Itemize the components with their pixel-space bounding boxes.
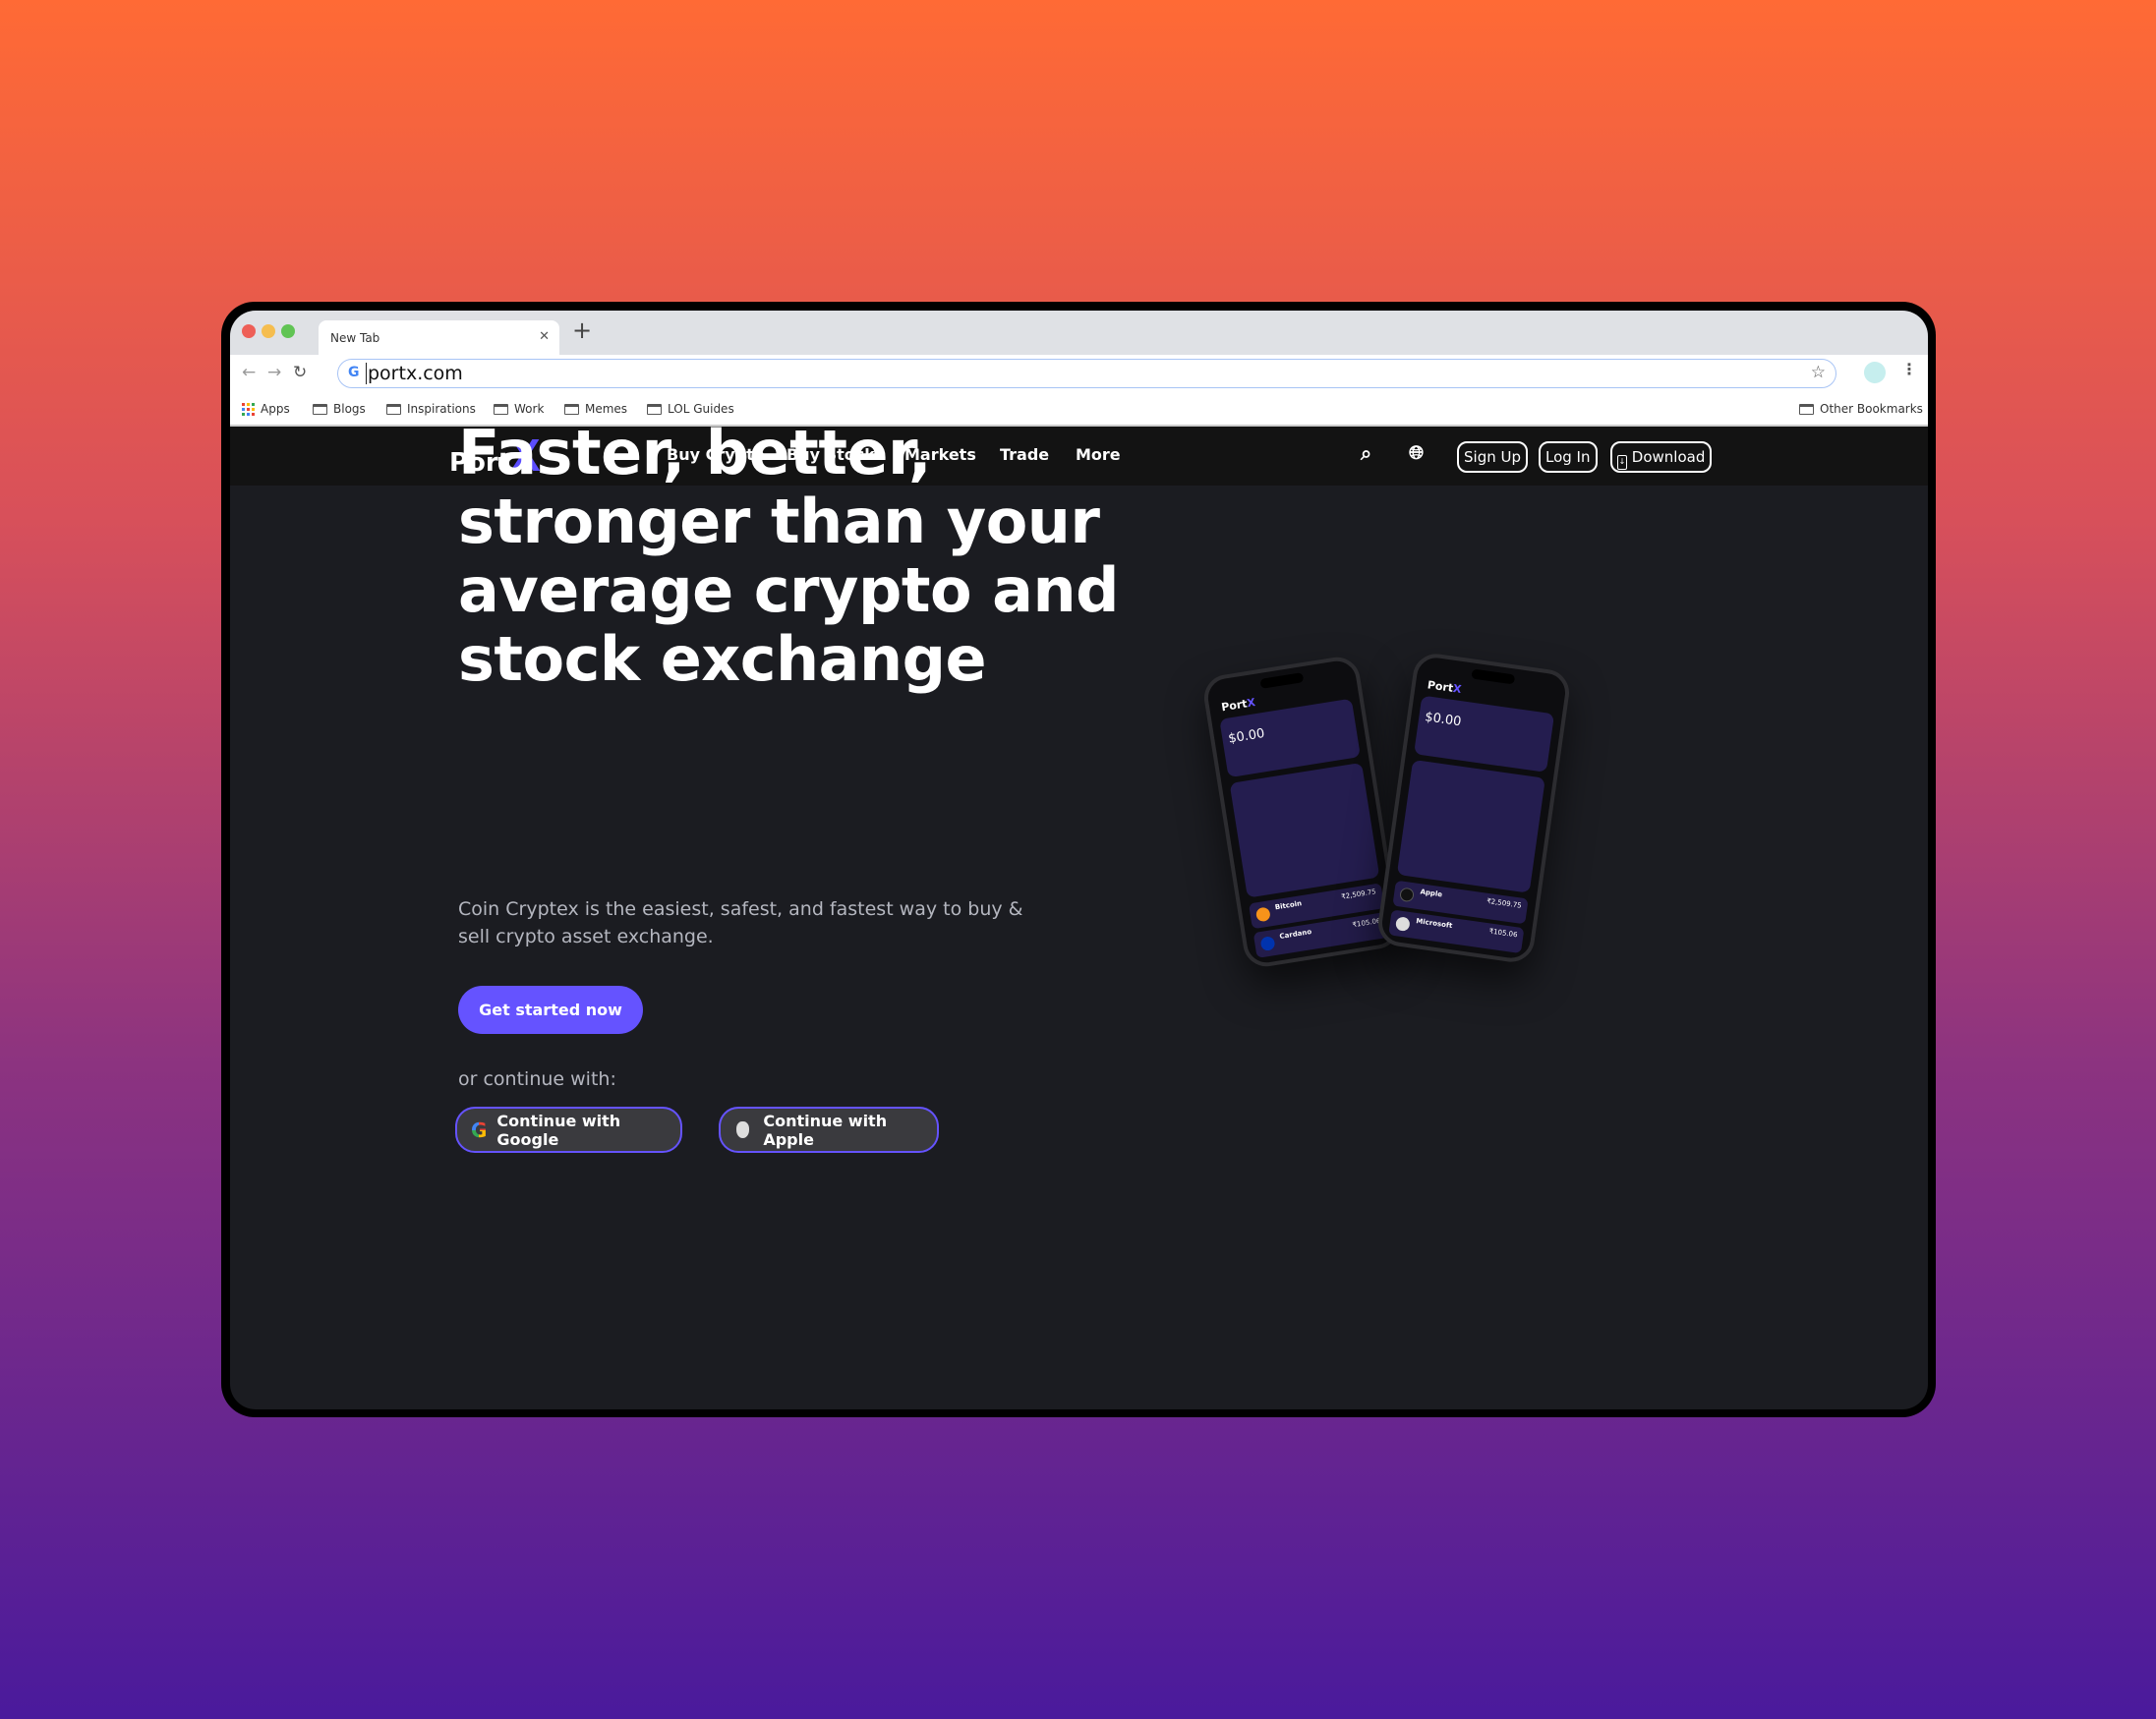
google-icon: G <box>471 1117 488 1142</box>
bookmark-blogs[interactable]: Blogs <box>313 402 366 416</box>
folder-icon <box>313 403 327 415</box>
phone-mockup-stocks: PortX $0.00 Apple ₹2,509.75 Microsoft ₹105… <box>1374 651 1573 965</box>
folder-icon <box>647 403 662 415</box>
more-menu-icon[interactable]: ⋮ <box>1901 360 1917 378</box>
tab-title: New Tab <box>330 331 380 345</box>
address-bar[interactable]: G portx.com ☆ <box>337 359 1836 388</box>
phone-download-icon: ↓ <box>1617 455 1627 470</box>
close-tab-icon[interactable]: ✕ <box>539 329 550 344</box>
phone-logo: PortX <box>1427 678 1463 697</box>
bookmark-label: Other Bookmarks <box>1820 402 1923 416</box>
back-icon[interactable]: ← <box>242 363 256 382</box>
bookmark-label: Apps <box>261 402 290 416</box>
hero-subtitle: Coin Cryptex is the easiest, safest, and… <box>458 898 1023 947</box>
bookmark-star-icon[interactable]: ☆ <box>1811 363 1826 382</box>
minimize-window-button[interactable] <box>262 324 275 338</box>
apple-icon <box>736 1121 750 1138</box>
browser-window: New Tab ✕ + ← → ↻ G portx.com ☆ ⋮ Apps Bl… <box>230 311 1928 1409</box>
phone-mockup-crypto: PortX $0.00 Bitcoin ₹2,509.75 Cardano ₹105… <box>1200 654 1403 970</box>
folder-icon <box>564 403 579 415</box>
folder-icon <box>494 403 508 415</box>
maximize-window-button[interactable] <box>281 324 295 338</box>
folder-icon <box>386 403 401 415</box>
get-started-button[interactable]: Get started now <box>458 986 643 1034</box>
bookmark-work[interactable]: Work <box>494 402 544 416</box>
download-label: Download <box>1631 448 1706 466</box>
log-in-button[interactable]: Log In <box>1539 441 1598 473</box>
bookmark-label: Inspirations <box>407 402 476 416</box>
reload-icon[interactable]: ↻ <box>293 363 307 382</box>
other-bookmarks[interactable]: Other Bookmarks <box>1799 402 1923 416</box>
phone-logo: PortX <box>1220 696 1256 715</box>
folder-icon <box>1799 403 1814 415</box>
tab-bar: New Tab ✕ + <box>230 311 1928 355</box>
bookmark-lol-guides[interactable]: LOL Guides <box>647 402 734 416</box>
url-text[interactable]: portx.com <box>366 363 463 384</box>
download-button[interactable]: ↓ Download <box>1610 441 1713 473</box>
bookmark-label: LOL Guides <box>668 402 734 416</box>
search-icon[interactable]: ⌕ <box>1361 441 1371 465</box>
close-window-button[interactable] <box>242 324 256 338</box>
continue-with-google-button[interactable]: G Continue with Google <box>455 1107 682 1153</box>
profile-avatar[interactable] <box>1864 362 1886 383</box>
bookmark-inspirations[interactable]: Inspirations <box>386 402 476 416</box>
or-continue-label: or continue with: <box>458 1068 616 1090</box>
sign-up-button[interactable]: Sign Up <box>1457 441 1528 473</box>
apps-grid-icon <box>242 402 255 416</box>
google-label: Continue with Google <box>496 1111 621 1149</box>
google-icon: G <box>348 365 360 380</box>
forward-icon[interactable]: → <box>267 363 281 382</box>
hero-title: Faster, better, stronger than your avera… <box>458 417 1120 695</box>
bookmark-memes[interactable]: Memes <box>564 402 627 416</box>
browser-tab[interactable]: New Tab ✕ <box>319 320 559 355</box>
bookmark-label: Blogs <box>333 402 366 416</box>
apple-label: Continue with Apple <box>763 1111 888 1149</box>
bookmark-label: Work <box>514 402 545 416</box>
bookmark-apps[interactable]: Apps <box>242 402 290 416</box>
address-row: ← → ↻ G portx.com ☆ ⋮ <box>230 355 1928 392</box>
new-tab-button[interactable]: + <box>572 316 592 344</box>
bookmark-label: Memes <box>585 402 628 416</box>
continue-with-apple-button[interactable]: Continue with Apple <box>719 1107 939 1153</box>
globe-icon[interactable]: 🌐︎ <box>1409 442 1424 464</box>
